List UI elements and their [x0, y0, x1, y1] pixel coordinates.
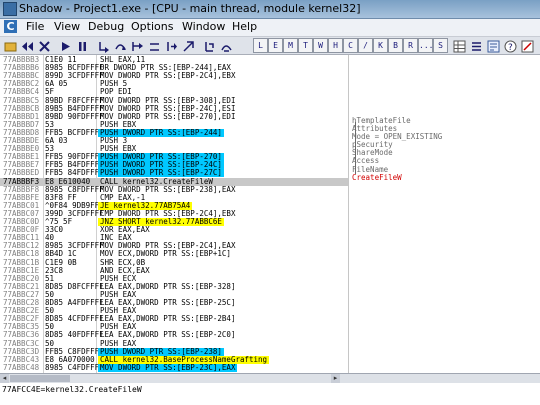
help-icon[interactable]: ? [504, 38, 517, 53]
horizontal-scrollbar[interactable]: ◂ ▸ [0, 373, 540, 383]
patches-button[interactable]: / [358, 38, 373, 53]
instruction-row[interactable]: 77ABBC48 8985 C4FDFFFF MOV DWORD PTR SS:[E… [0, 362, 348, 372]
cpu-disassembly-pane[interactable]: 77ABBBB3 C1E0 11 SHL EAX,11 77ABBBB6 8985 BC… [0, 55, 540, 374]
address-cell: 77ABBC48 [3, 362, 40, 372]
toolbar: L E M T W H C / K B R ... S ? [0, 37, 540, 55]
settings-icon[interactable] [521, 38, 534, 53]
menu-options[interactable]: Options [131, 20, 173, 33]
menu-bar: C File View Debug Options Window Help [0, 19, 540, 37]
system-menu-icon[interactable]: C [4, 20, 17, 33]
trace-over-icon[interactable] [148, 38, 161, 51]
comments-column: hTemplateFile Attributes Mode = OPEN_EXI… [352, 116, 442, 182]
breakpoints-button[interactable]: B [388, 38, 403, 53]
step-over-icon[interactable] [114, 38, 127, 51]
info-text: 77AFCC4E=kernel32.CreateFileW [2, 385, 142, 394]
scroll-right-icon[interactable]: ▸ [331, 374, 340, 383]
menu-help[interactable]: Help [232, 20, 257, 33]
step-into-icon[interactable] [97, 38, 110, 53]
animate-into-icon[interactable] [203, 38, 216, 52]
close-icon[interactable] [38, 38, 51, 52]
hex-dump-cell: 8985 C4FDFFFF [45, 362, 104, 372]
column-separator [348, 55, 349, 373]
trace-into-icon[interactable] [131, 38, 144, 51]
cpu-button[interactable]: C [343, 38, 358, 53]
windows-button[interactable]: W [313, 38, 328, 53]
title-bar: Shadow - Project1.exe - [CPU - main thre… [0, 0, 540, 19]
play-icon[interactable] [59, 38, 72, 51]
menu-view[interactable]: View [54, 20, 80, 33]
options-icon[interactable] [487, 38, 500, 53]
run-trace-button[interactable]: ... [418, 38, 433, 53]
source-button[interactable]: S [433, 38, 448, 53]
menu-debug[interactable]: Debug [88, 20, 124, 33]
handles-button[interactable]: H [328, 38, 343, 53]
execute-till-return-icon[interactable] [165, 38, 178, 51]
threads-button[interactable]: T [298, 38, 313, 53]
menu-file[interactable]: File [26, 20, 44, 33]
menu-window[interactable]: Window [182, 20, 225, 33]
scroll-thumb[interactable] [10, 375, 70, 382]
grid-icon[interactable] [453, 38, 466, 53]
comment-line-call: CreateFileW [352, 172, 402, 182]
memory-map-button[interactable]: M [283, 38, 298, 53]
open-icon[interactable] [4, 38, 17, 52]
references-button[interactable]: R [403, 38, 418, 53]
list-icon[interactable] [470, 38, 483, 51]
rewind-icon[interactable] [21, 38, 34, 51]
info-pane: 77AFCC4E=kernel32.CreateFileW [0, 383, 540, 405]
animate-over-icon[interactable] [220, 38, 233, 52]
scroll-left-icon[interactable]: ◂ [0, 374, 9, 383]
app-icon [3, 2, 17, 16]
goto-icon[interactable] [182, 38, 195, 52]
svg-text:?: ? [508, 43, 513, 53]
disassembly-cell: MOV DWORD PTR SS:[EBP-23C],EAX [98, 362, 238, 372]
log-window-button[interactable]: L [253, 38, 268, 53]
window-title: Shadow - Project1.exe - [CPU - main thre… [19, 2, 361, 15]
call-stack-button[interactable]: K [373, 38, 388, 53]
pause-icon[interactable] [76, 38, 89, 51]
executables-button[interactable]: E [268, 38, 283, 53]
